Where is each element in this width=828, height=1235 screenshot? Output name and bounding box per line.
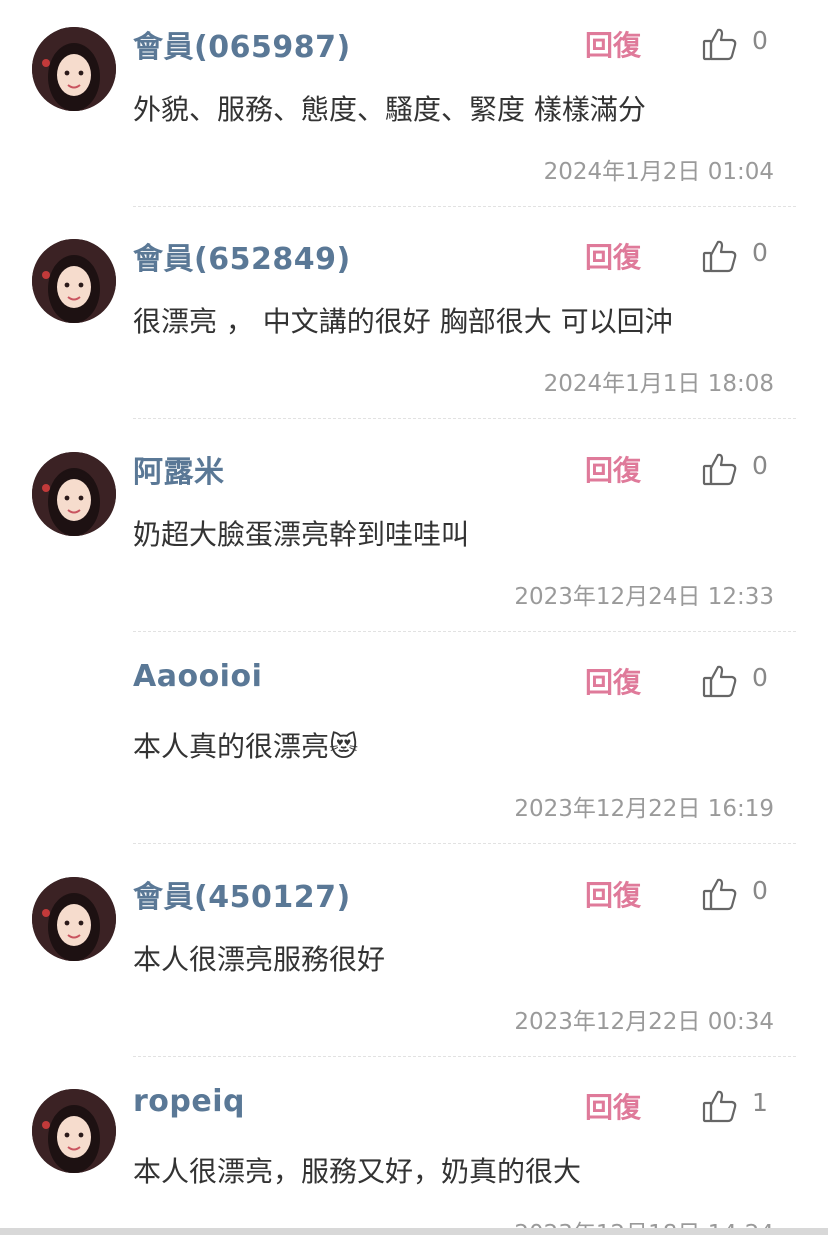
comment-text: 很漂亮 ， 中文講的很好 胸部很大 可以回沖 — [133, 305, 673, 338]
comment-text: 奶超大臉蛋漂亮幹到哇哇叫 — [133, 518, 470, 551]
comment-timestamp: 2023年12月22日 16:19 — [514, 796, 774, 822]
comment-timestamp: 2024年1月1日 18:08 — [543, 371, 774, 397]
reply-button[interactable]: 回復 — [585, 1086, 641, 1126]
username[interactable]: Aaooioi — [133, 659, 262, 694]
like-count: 0 — [752, 451, 768, 480]
comment-timestamp: 2024年1月2日 01:04 — [543, 159, 774, 185]
reply-button[interactable]: 回復 — [585, 874, 641, 914]
thumbs-up-icon[interactable] — [700, 449, 740, 489]
thumbs-up-icon[interactable] — [700, 24, 740, 64]
divider — [133, 206, 796, 207]
thumbs-up-icon[interactable] — [700, 874, 740, 914]
comment-list: 會員(065987) 回復 0 外貌、服務、態度、騷度、緊度 樣樣滿分 2024… — [0, 0, 828, 1235]
thumbs-up-icon[interactable] — [700, 236, 740, 276]
comment-item: 阿露米 回復 0 奶超大臉蛋漂亮幹到哇哇叫 2023年12月24日 12:33 — [0, 425, 828, 637]
user-avatar[interactable] — [32, 1089, 116, 1173]
divider — [133, 1056, 796, 1057]
like-count: 0 — [752, 663, 768, 692]
comment-text: 本人很漂亮，服務又好，奶真的很大 — [133, 1155, 582, 1188]
comment-item: Aaooioi 回復 0 本人真的很漂亮😻 2023年12月22日 16:19 — [0, 637, 828, 849]
divider — [133, 418, 796, 419]
like-count: 1 — [752, 1088, 768, 1117]
comment-timestamp: 2023年12月22日 00:34 — [514, 1009, 774, 1035]
username[interactable]: 會員(065987) — [133, 22, 351, 66]
user-avatar[interactable] — [32, 239, 116, 323]
thumbs-up-icon[interactable] — [700, 1086, 740, 1126]
user-avatar[interactable] — [32, 27, 116, 111]
like-count: 0 — [752, 26, 768, 55]
comment-timestamp: 2023年12月24日 12:33 — [514, 584, 774, 610]
comment-item: 會員(652849) 回復 0 很漂亮 ， 中文講的很好 胸部很大 可以回沖 2… — [0, 212, 828, 424]
user-avatar[interactable] — [32, 452, 116, 536]
username[interactable]: ropeiq — [133, 1084, 245, 1119]
username[interactable]: 會員(450127) — [133, 872, 351, 916]
reply-button[interactable]: 回復 — [585, 24, 641, 64]
divider — [133, 631, 796, 632]
like-count: 0 — [752, 876, 768, 905]
comment-text: 本人很漂亮服務很好 — [133, 943, 386, 976]
comment-item: 會員(450127) 回復 0 本人很漂亮服務很好 2023年12月22日 00… — [0, 850, 828, 1062]
divider — [133, 843, 796, 844]
bottom-bar — [0, 1228, 828, 1235]
comment-item: 會員(065987) 回復 0 外貌、服務、態度、騷度、緊度 樣樣滿分 2024… — [0, 0, 828, 212]
username[interactable]: 阿露米 — [133, 447, 225, 491]
username[interactable]: 會員(652849) — [133, 234, 351, 278]
like-count: 0 — [752, 238, 768, 267]
comment-text: 外貌、服務、態度、騷度、緊度 樣樣滿分 — [133, 93, 646, 126]
comment-text: 本人真的很漂亮😻 — [133, 730, 359, 763]
reply-button[interactable]: 回復 — [585, 449, 641, 489]
user-avatar[interactable] — [32, 877, 116, 961]
thumbs-up-icon[interactable] — [700, 661, 740, 701]
reply-button[interactable]: 回復 — [585, 236, 641, 276]
reply-button[interactable]: 回復 — [585, 661, 641, 701]
comment-item: ropeiq 回復 1 本人很漂亮，服務又好，奶真的很大 2023年12月18日… — [0, 1062, 828, 1235]
